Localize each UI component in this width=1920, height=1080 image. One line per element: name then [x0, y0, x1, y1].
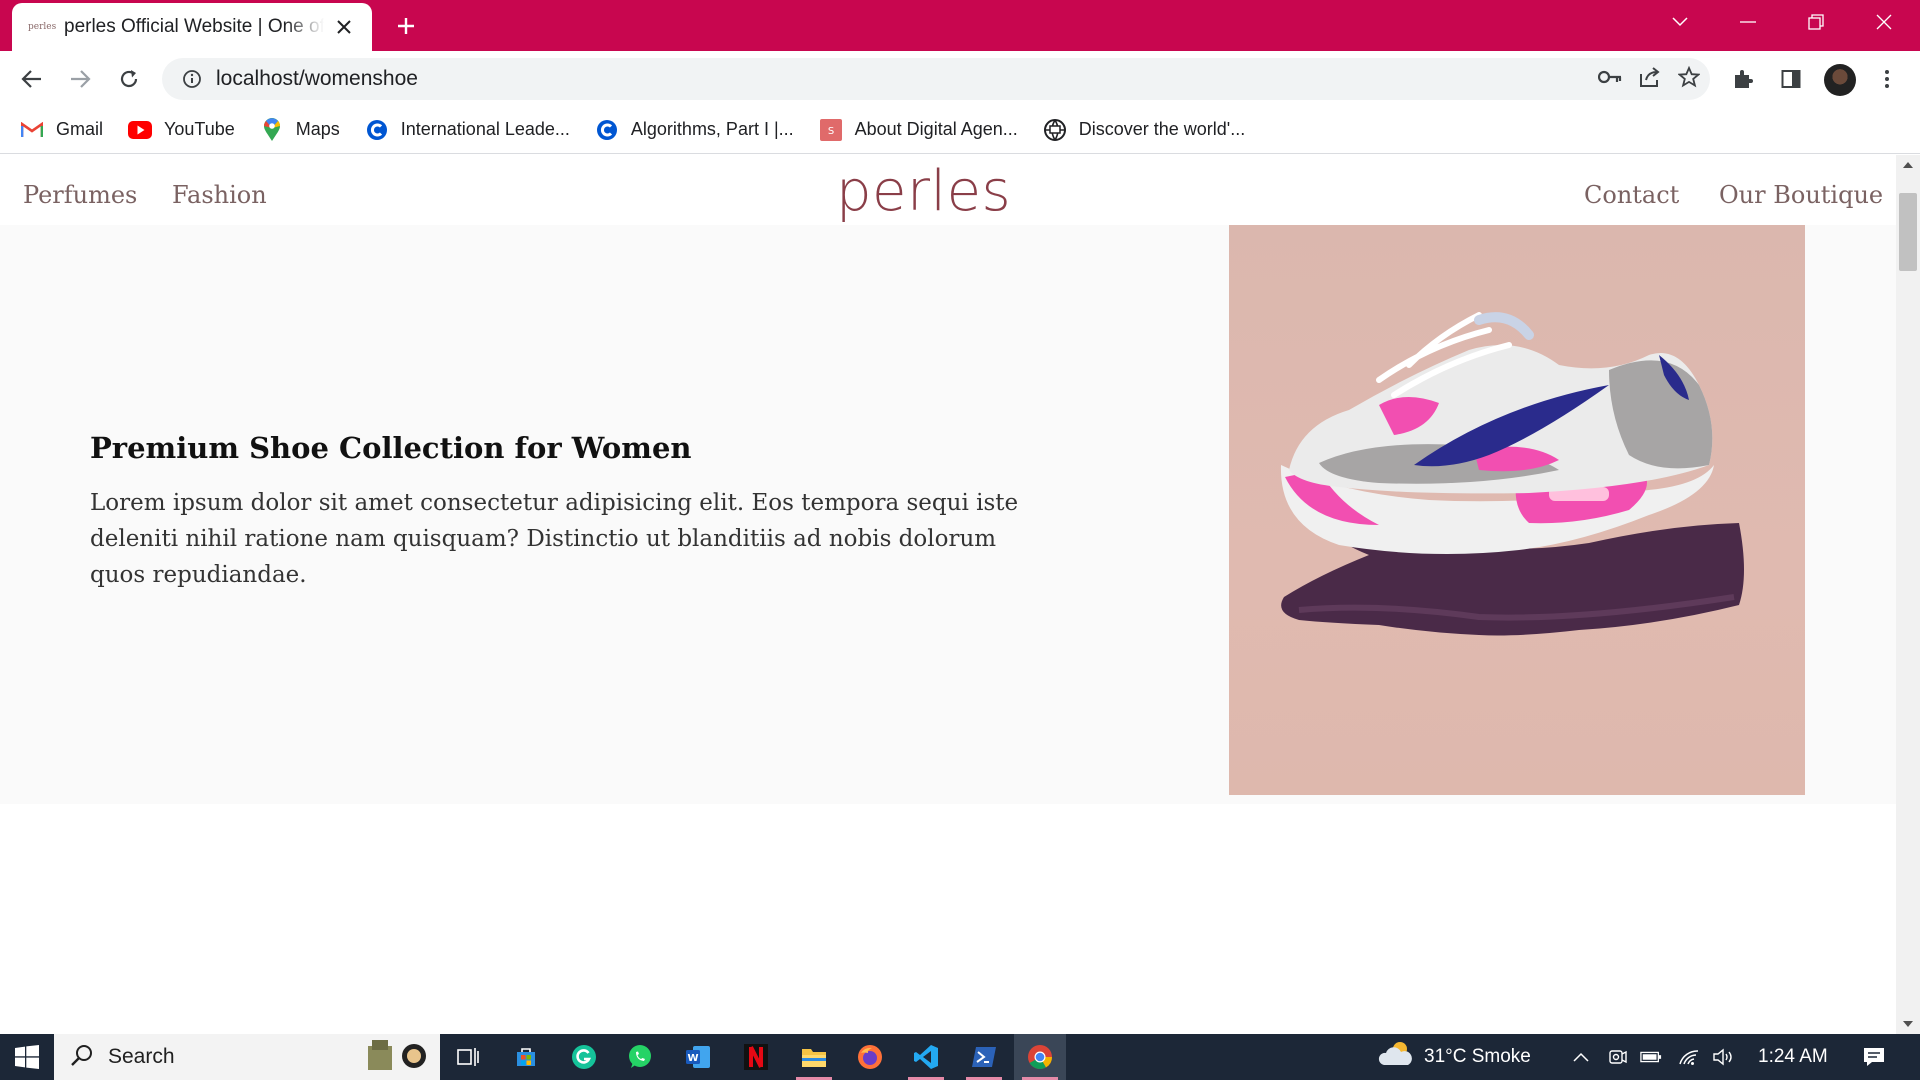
tab-strip: perles perles Official Website | One of …: [0, 0, 1920, 51]
tab-favicon: perles: [28, 22, 57, 32]
bookmark-maps[interactable]: Maps: [260, 112, 340, 148]
vertical-scrollbar[interactable]: [1896, 155, 1920, 1034]
close-window-icon[interactable]: [1850, 0, 1918, 44]
search-icon: [70, 1043, 94, 1072]
forward-icon[interactable]: [63, 62, 97, 96]
task-view-icon[interactable]: [442, 1034, 494, 1080]
bookmarks-bar: Gmail YouTube Maps International Leade..…: [0, 106, 1920, 154]
file-explorer-icon[interactable]: [788, 1034, 840, 1080]
hero-text-block: Premium Shoe Collection for Women Lorem …: [90, 431, 1025, 593]
firefox-icon[interactable]: [844, 1034, 896, 1080]
scroll-down-arrow-icon[interactable]: [1902, 1018, 1914, 1030]
wifi-icon[interactable]: [1678, 1046, 1700, 1068]
bookmark-international-leadership[interactable]: International Leade...: [365, 112, 570, 148]
profile-avatar[interactable]: [1824, 64, 1856, 96]
bookmark-star-icon[interactable]: [1677, 65, 1701, 93]
bookmark-discover-world[interactable]: Discover the world'...: [1043, 112, 1246, 148]
bookmark-label: Gmail: [56, 119, 104, 139]
browser-toolbar: localhost/womenshoe: [0, 51, 1920, 106]
s-site-icon: S: [819, 118, 843, 142]
nav-contact[interactable]: Contact: [1584, 181, 1679, 209]
site-logo[interactable]: perles: [836, 159, 1011, 224]
bookmark-gmail[interactable]: Gmail: [20, 112, 103, 148]
side-panel-icon[interactable]: [1774, 62, 1808, 96]
close-tab-icon[interactable]: [330, 13, 358, 41]
search-label: Search: [108, 1045, 175, 1068]
microsoft-store-icon[interactable]: [500, 1034, 552, 1080]
nav-our-boutique[interactable]: Our Boutique: [1719, 181, 1883, 209]
bookmark-label: Discover the world'...: [1078, 119, 1246, 139]
svg-text:S: S: [827, 126, 833, 137]
bookmark-digital-agency[interactable]: S About Digital Agen...: [819, 112, 1018, 148]
maps-icon: [260, 117, 284, 142]
share-icon[interactable]: [1638, 66, 1662, 93]
weather-cloud-icon[interactable]: [1378, 1042, 1414, 1065]
globe-site-icon: [1043, 118, 1067, 142]
site-header: Perfumes Fashion perles Contact Our Bout…: [0, 155, 1896, 225]
bookmark-algorithms[interactable]: Algorithms, Part I |...: [595, 112, 794, 148]
browser-tab[interactable]: perles perles Official Website | One of …: [12, 3, 372, 51]
url-text: localhost/womenshoe: [216, 67, 418, 90]
minimize-icon[interactable]: [1714, 0, 1782, 44]
bookmark-label: About Digital Agen...: [854, 119, 1018, 139]
grammarly-icon[interactable]: [558, 1034, 610, 1080]
tab-search-icon[interactable]: [1646, 0, 1714, 44]
search-highlight-icon: [364, 1036, 430, 1079]
windows-taskbar: Search W 31°C Smoke 1:24 AM: [0, 1034, 1920, 1080]
address-bar[interactable]: localhost/womenshoe: [162, 58, 1710, 100]
hero-title: Premium Shoe Collection for Women: [90, 431, 692, 465]
new-tab-icon[interactable]: [390, 10, 422, 42]
hero-section: Premium Shoe Collection for Women Lorem …: [0, 225, 1896, 804]
bookmark-label: YouTube: [164, 119, 235, 139]
gmail-icon: [20, 118, 44, 142]
windows-start-icon[interactable]: [0, 1034, 54, 1080]
coursera-icon: [365, 118, 389, 142]
hero-description: Lorem ipsum dolor sit amet consectetur a…: [90, 490, 1019, 588]
extensions-icon[interactable]: [1726, 62, 1760, 96]
powershell-icon[interactable]: [958, 1034, 1010, 1080]
notifications-icon[interactable]: [1860, 1046, 1888, 1068]
camera-icon[interactable]: [1606, 1046, 1628, 1068]
page-viewport: Perfumes Fashion perles Contact Our Bout…: [0, 155, 1896, 1034]
chrome-icon[interactable]: [1014, 1034, 1066, 1080]
bookmark-label: International Leade...: [400, 119, 570, 139]
bookmark-label: Maps: [295, 119, 340, 139]
word-icon[interactable]: W: [672, 1034, 724, 1080]
menu-kebab-icon[interactable]: [1870, 62, 1904, 96]
back-icon[interactable]: [15, 62, 49, 96]
show-hidden-icons-icon[interactable]: [1570, 1046, 1592, 1068]
nav-perfumes[interactable]: Perfumes: [23, 181, 137, 209]
password-key-icon[interactable]: [1597, 70, 1622, 89]
coursera-icon: [595, 118, 619, 142]
scroll-up-arrow-icon[interactable]: [1902, 159, 1914, 171]
taskbar-search-box[interactable]: Search: [54, 1034, 440, 1080]
clock-time[interactable]: 1:24 AM: [1758, 1046, 1828, 1068]
sneaker-on-hand-image: [1229, 225, 1805, 795]
svg-text:W: W: [687, 1053, 698, 1064]
scrollbar-thumb[interactable]: [1899, 193, 1917, 271]
bookmark-youtube[interactable]: YouTube: [128, 112, 235, 148]
volume-icon[interactable]: [1712, 1046, 1734, 1068]
battery-icon[interactable]: [1640, 1046, 1662, 1068]
weather-text[interactable]: 31°C Smoke: [1424, 1046, 1531, 1068]
nav-fashion[interactable]: Fashion: [172, 181, 267, 209]
netflix-icon[interactable]: [730, 1034, 782, 1080]
restore-icon[interactable]: [1782, 0, 1850, 44]
site-info-icon[interactable]: [168, 58, 216, 100]
youtube-icon: [128, 118, 153, 142]
vscode-icon[interactable]: [900, 1034, 952, 1080]
bookmark-label: Algorithms, Part I |...: [630, 119, 794, 139]
whatsapp-icon[interactable]: [614, 1034, 666, 1080]
reload-icon[interactable]: [112, 62, 146, 96]
tab-title: perles Official Website | One of a Kind: [64, 16, 324, 37]
